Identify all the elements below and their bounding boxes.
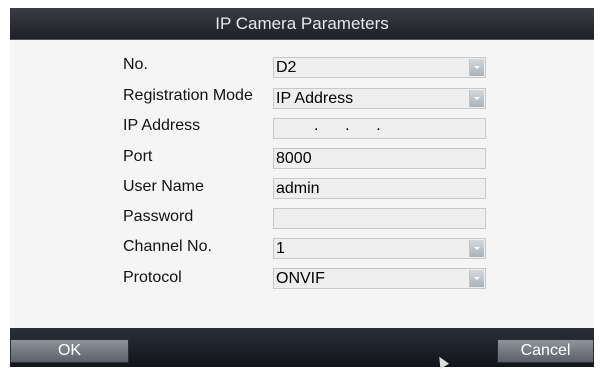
chevron-down-icon[interactable] [469, 90, 484, 107]
channel-no-value: 1 [276, 240, 285, 257]
chevron-down-icon[interactable] [469, 270, 484, 287]
no-select[interactable]: D2 [273, 57, 486, 78]
registration-mode-value: IP Address [276, 90, 354, 107]
user-name-value: admin [276, 180, 320, 197]
protocol-value: ONVIF [276, 270, 325, 287]
dialog-title: IP Camera Parameters [215, 14, 389, 33]
user-name-input[interactable]: admin [273, 178, 486, 199]
ip-address-input[interactable]: . . . [273, 117, 486, 139]
port-input[interactable]: 8000 [273, 148, 486, 169]
port-value: 8000 [276, 150, 312, 167]
chevron-down-icon[interactable] [469, 59, 484, 76]
port-label: Port [123, 148, 153, 165]
channel-no-label: Channel No. [123, 238, 212, 255]
ip-address-value: . . . [314, 117, 381, 134]
protocol-label: Protocol [123, 269, 182, 286]
chevron-down-icon[interactable] [469, 240, 484, 257]
ok-button[interactable]: OK [10, 339, 129, 363]
no-value: D2 [276, 59, 297, 76]
cancel-button[interactable]: Cancel [497, 339, 594, 363]
user-name-label: User Name [123, 178, 204, 195]
ip-camera-parameters-dialog: IP Camera Parameters No. D2 Registration… [0, 0, 604, 369]
ip-address-label: IP Address [123, 117, 201, 134]
no-label: No. [123, 56, 148, 73]
registration-mode-select[interactable]: IP Address [273, 88, 486, 109]
protocol-select[interactable]: ONVIF [273, 268, 486, 289]
channel-no-select[interactable]: 1 [273, 238, 486, 259]
registration-mode-label: Registration Mode [123, 87, 253, 104]
password-label: Password [123, 208, 194, 225]
dialog-title-bar: IP Camera Parameters [10, 8, 594, 40]
password-input[interactable] [273, 208, 486, 229]
